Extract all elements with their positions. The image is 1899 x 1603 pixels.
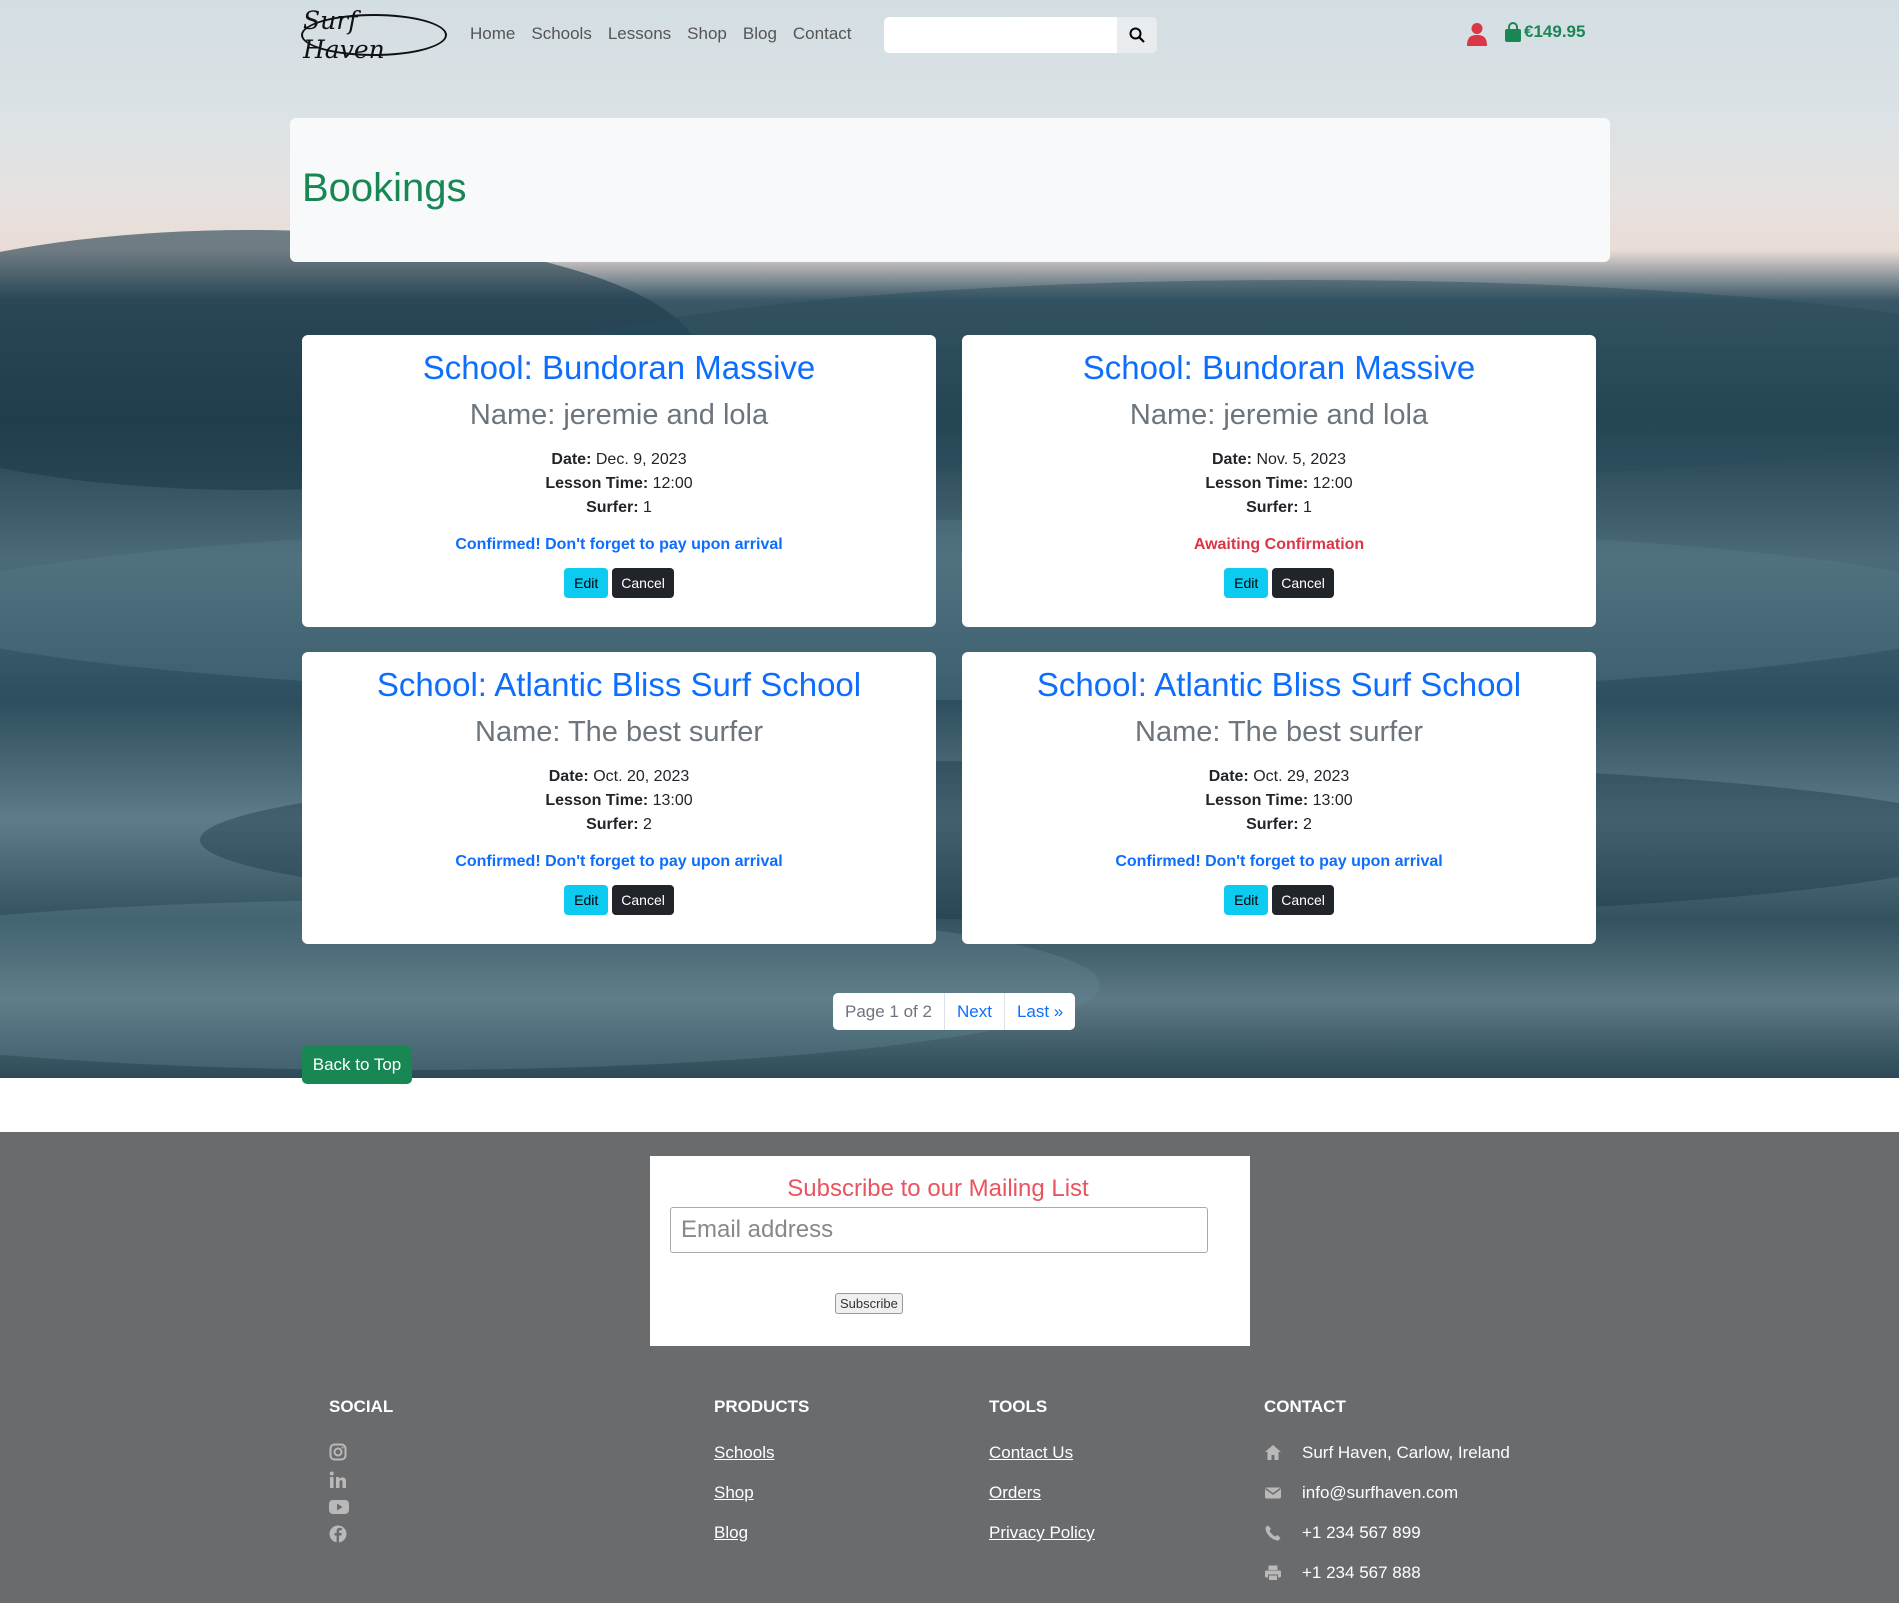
nav-shop[interactable]: Shop [687, 24, 727, 44]
user-icon[interactable] [1466, 22, 1488, 46]
booking-school: School: Atlantic Bliss Surf School [376, 666, 862, 703]
cancel-button[interactable]: Cancel [1272, 885, 1334, 915]
footer-social: Social [329, 1397, 393, 1543]
phone-icon [1265, 1525, 1281, 1541]
footer-products: Products Schools Shop Blog [714, 1397, 809, 1563]
booking-surfers: 2 [1303, 816, 1312, 833]
booking-school: School: Bundoran Massive [422, 349, 816, 386]
footer-link-contact-us[interactable]: Contact Us [989, 1443, 1095, 1463]
footer-link-orders[interactable]: Orders [989, 1483, 1095, 1503]
footer: Subscribe to our Mailing List Subscribe … [0, 1132, 1899, 1603]
booking-details: Date: Oct. 20, 2023 Lesson Time: 13:00 S… [545, 768, 693, 833]
booking-status: Confirmed! Don't forget to pay upon arri… [1115, 853, 1443, 870]
edit-button[interactable]: Edit [564, 885, 609, 915]
edit-button[interactable]: Edit [1224, 885, 1269, 915]
booking-status: Confirmed! Don't forget to pay upon arri… [455, 536, 783, 553]
subscribe-button[interactable]: Subscribe [835, 1293, 903, 1314]
envelope-icon [1265, 1487, 1281, 1499]
search-icon [1129, 27, 1145, 43]
back-to-top-button[interactable]: Back to Top [302, 1046, 412, 1084]
home-icon [1265, 1445, 1281, 1460]
nav-contact[interactable]: Contact [793, 24, 852, 44]
booking-date: Dec. 9, 2023 [595, 451, 687, 468]
cancel-button[interactable]: Cancel [612, 885, 674, 915]
printer-icon [1265, 1565, 1281, 1581]
nav-schools[interactable]: Schools [531, 24, 591, 44]
booking-time: 13:00 [652, 792, 693, 809]
cart-link[interactable]: €149.95 [1504, 22, 1585, 42]
booking-card: School: Bundoran Massive Name: jeremie a… [302, 335, 936, 627]
next-page-link[interactable]: Next [945, 993, 1005, 1030]
footer-link-privacy-policy[interactable]: Privacy Policy [989, 1523, 1095, 1543]
booking-card: School: Atlantic Bliss Surf School Name:… [302, 652, 936, 944]
page-header: Bookings [290, 118, 1610, 262]
email-field[interactable] [670, 1207, 1208, 1253]
search-input[interactable] [884, 17, 1117, 53]
footer-link-shop[interactable]: Shop [714, 1483, 809, 1503]
booking-name: Name: The best surfer [475, 716, 763, 748]
booking-details: Date: Dec. 9, 2023 Lesson Time: 12:00 Su… [545, 451, 693, 516]
linkedin-icon[interactable] [329, 1471, 347, 1489]
booking-school: School: Atlantic Bliss Surf School [1036, 666, 1522, 703]
edit-button[interactable]: Edit [1224, 568, 1269, 598]
facebook-icon[interactable] [329, 1525, 347, 1543]
contact-email: info@surfhaven.com [1302, 1483, 1459, 1502]
booking-status: Confirmed! Don't forget to pay upon arri… [455, 853, 783, 870]
booking-time: 13:00 [1312, 792, 1353, 809]
newsletter-title: Subscribe to our Mailing List [787, 1175, 1089, 1202]
footer-contact: Contact Surf Haven, Carlow, Ireland info… [1264, 1397, 1510, 1603]
contact-phone: +1 234 567 899 [1302, 1523, 1421, 1542]
footer-heading-tools: Tools [989, 1397, 1048, 1416]
cancel-button[interactable]: Cancel [612, 568, 674, 598]
footer-link-schools[interactable]: Schools [714, 1443, 809, 1463]
cancel-button[interactable]: Cancel [1272, 568, 1334, 598]
edit-button[interactable]: Edit [564, 568, 609, 598]
contact-fax: +1 234 567 888 [1302, 1563, 1421, 1582]
footer-heading-products: Products [714, 1397, 810, 1416]
search-button[interactable] [1117, 17, 1157, 53]
navbar: Surf Haven Home Schools Lessons Shop Blo… [0, 0, 1899, 70]
footer-heading-social: Social [329, 1397, 394, 1416]
main-nav: Home Schools Lessons Shop Blog Contact [470, 24, 852, 44]
footer-tools: Tools Contact Us Orders Privacy Policy [989, 1397, 1095, 1563]
booking-name: Name: jeremie and lola [469, 399, 769, 431]
nav-home[interactable]: Home [470, 24, 515, 44]
cart-total: €149.95 [1524, 22, 1586, 41]
booking-school: School: Bundoran Massive [1082, 349, 1476, 386]
booking-date: Oct. 20, 2023 [593, 768, 690, 785]
booking-name: Name: The best surfer [1135, 716, 1423, 748]
booking-date: Nov. 5, 2023 [1256, 451, 1346, 468]
last-page-link[interactable]: Last » [1005, 993, 1075, 1030]
booking-details: Date: Nov. 5, 2023 Lesson Time: 12:00 Su… [1205, 451, 1353, 516]
booking-name: Name: jeremie and lola [1129, 399, 1429, 431]
youtube-icon[interactable] [329, 1499, 349, 1515]
shopping-bag-icon [1505, 22, 1521, 42]
site-logo[interactable]: Surf Haven [301, 6, 447, 64]
instagram-icon[interactable] [329, 1443, 347, 1461]
booking-time: 12:00 [1312, 475, 1353, 492]
booking-surfers: 2 [643, 816, 652, 833]
booking-card: School: Bundoran Massive Name: jeremie a… [962, 335, 1596, 627]
nav-lessons[interactable]: Lessons [608, 24, 671, 44]
footer-heading-contact: Contact [1264, 1397, 1346, 1416]
page-title: Bookings [302, 166, 467, 210]
booking-card: School: Atlantic Bliss Surf School Name:… [962, 652, 1596, 944]
nav-blog[interactable]: Blog [743, 24, 777, 44]
booking-date: Oct. 29, 2023 [1253, 768, 1350, 785]
pagination: Page 1 of 2 Next Last » [833, 993, 1076, 1030]
contact-address: Surf Haven, Carlow, Ireland [1302, 1443, 1510, 1462]
newsletter-box: Subscribe to our Mailing List Subscribe [650, 1156, 1250, 1346]
booking-surfers: 1 [643, 499, 652, 516]
booking-time: 12:00 [652, 475, 693, 492]
booking-details: Date: Oct. 29, 2023 Lesson Time: 13:00 S… [1205, 768, 1353, 833]
booking-surfers: 1 [1303, 499, 1312, 516]
page-indicator: Page 1 of 2 [833, 993, 945, 1030]
booking-status: Awaiting Confirmation [1193, 536, 1365, 553]
footer-link-blog[interactable]: Blog [714, 1523, 809, 1543]
